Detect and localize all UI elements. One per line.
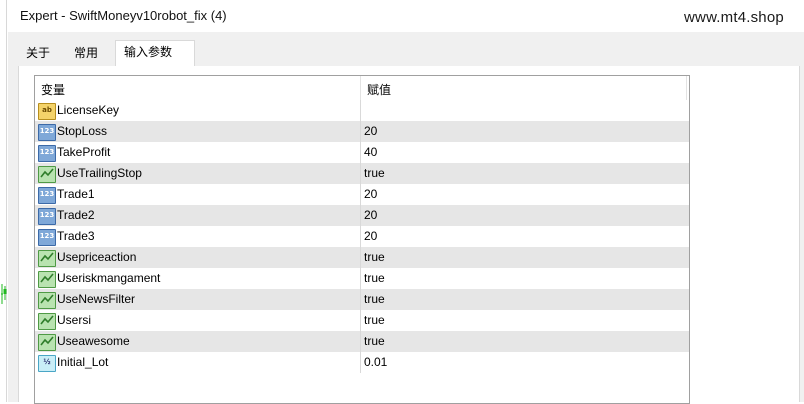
- table-row[interactable]: 123 Trade2 20: [35, 205, 689, 226]
- tab-about[interactable]: 关于: [18, 42, 64, 65]
- table-row[interactable]: 123 Trade1 20: [35, 184, 689, 205]
- cell-divider: [360, 163, 361, 184]
- inputs-panel: 变量 赋值 ab LicenseKey 123 StopLoss 20 123 TakePr…: [18, 66, 800, 404]
- cell-divider: [360, 205, 361, 226]
- parameter-name: Trade1: [57, 187, 95, 201]
- parameter-value[interactable]: true: [364, 166, 385, 180]
- parameter-name: Useriskmangament: [57, 271, 161, 285]
- integer-123-icon: 123: [38, 145, 56, 162]
- cell-divider: [360, 121, 361, 142]
- boolean-icon: [38, 271, 56, 288]
- parameter-value[interactable]: true: [364, 250, 385, 264]
- parameter-value[interactable]: 40: [364, 145, 377, 159]
- grid-header: 变量 赋值: [35, 76, 689, 100]
- parameter-name: UseTrailingStop: [57, 166, 142, 180]
- cell-divider: [360, 289, 361, 310]
- boolean-icon: [38, 250, 56, 267]
- cell-divider: [360, 142, 361, 163]
- table-row[interactable]: UseTrailingStop true: [35, 163, 689, 184]
- table-row[interactable]: Usepriceaction true: [35, 247, 689, 268]
- cell-divider: [360, 268, 361, 289]
- table-row[interactable]: 123 StopLoss 20: [35, 121, 689, 142]
- cell-divider: [360, 184, 361, 205]
- dialog-title: Expert - SwiftMoneyv10robot_fix (4): [20, 8, 227, 23]
- table-row[interactable]: ½ Initial_Lot 0.01: [35, 352, 689, 373]
- table-row[interactable]: ab LicenseKey: [35, 100, 689, 121]
- parameters-grid: 变量 赋值 ab LicenseKey 123 StopLoss 20 123 TakePr…: [34, 75, 690, 404]
- cell-divider: [360, 100, 361, 121]
- parameter-value[interactable]: true: [364, 313, 385, 327]
- column-header-value[interactable]: 赋值: [367, 81, 391, 98]
- table-row[interactable]: Useriskmangament true: [35, 268, 689, 289]
- background-chart-strip: [0, 0, 7, 402]
- boolean-icon: [38, 166, 56, 183]
- table-row[interactable]: Useawesome true: [35, 331, 689, 352]
- integer-123-icon: 123: [38, 229, 56, 246]
- table-row[interactable]: Usersi true: [35, 310, 689, 331]
- column-divider[interactable]: [686, 76, 687, 100]
- parameter-name: Useawesome: [57, 334, 130, 348]
- integer-123-icon: 123: [38, 124, 56, 141]
- parameter-name: Initial_Lot: [57, 355, 109, 369]
- table-row[interactable]: 123 Trade3 20: [35, 226, 689, 247]
- cell-divider: [360, 226, 361, 247]
- boolean-icon: [38, 334, 56, 351]
- string-ab-icon: ab: [38, 103, 56, 120]
- double-icon: ½: [38, 355, 56, 372]
- parameter-value[interactable]: 20: [364, 124, 377, 138]
- integer-123-icon: 123: [38, 208, 56, 225]
- parameter-name: Usepriceaction: [57, 250, 137, 264]
- parameter-name: TakeProfit: [57, 145, 111, 159]
- watermark-text: www.mt4.shop: [684, 9, 784, 26]
- tab-common[interactable]: 常用: [66, 42, 114, 65]
- parameter-value[interactable]: 20: [364, 208, 377, 222]
- column-divider[interactable]: [360, 76, 361, 100]
- parameter-value[interactable]: 20: [364, 187, 377, 201]
- table-row[interactable]: 123 TakeProfit 40: [35, 142, 689, 163]
- parameter-name: Trade3: [57, 229, 95, 243]
- tab-inputs[interactable]: 输入参数: [115, 40, 195, 67]
- expert-dialog: Expert - SwiftMoneyv10robot_fix (4) www.…: [8, 0, 804, 404]
- cell-divider: [360, 310, 361, 331]
- parameter-value[interactable]: true: [364, 292, 385, 306]
- boolean-icon: [38, 292, 56, 309]
- parameter-value[interactable]: 20: [364, 229, 377, 243]
- cell-divider: [360, 247, 361, 268]
- tab-strip: 关于 常用 输入参数: [18, 40, 798, 67]
- parameter-name: Trade2: [57, 208, 95, 222]
- parameter-value[interactable]: true: [364, 271, 385, 285]
- column-header-variable[interactable]: 变量: [41, 81, 65, 98]
- cell-divider: [360, 352, 361, 373]
- parameter-name: StopLoss: [57, 124, 108, 138]
- cell-divider: [360, 331, 361, 352]
- boolean-icon: [38, 313, 56, 330]
- parameter-name: LicenseKey: [57, 103, 120, 117]
- parameter-value[interactable]: true: [364, 334, 385, 348]
- dialog-titlebar[interactable]: Expert - SwiftMoneyv10robot_fix (4) www.…: [8, 0, 804, 32]
- parameter-value[interactable]: 0.01: [364, 355, 387, 369]
- parameter-name: Usersi: [57, 313, 92, 327]
- table-row[interactable]: UseNewsFilter true: [35, 289, 689, 310]
- integer-123-icon: 123: [38, 187, 56, 204]
- parameter-name: UseNewsFilter: [57, 292, 136, 306]
